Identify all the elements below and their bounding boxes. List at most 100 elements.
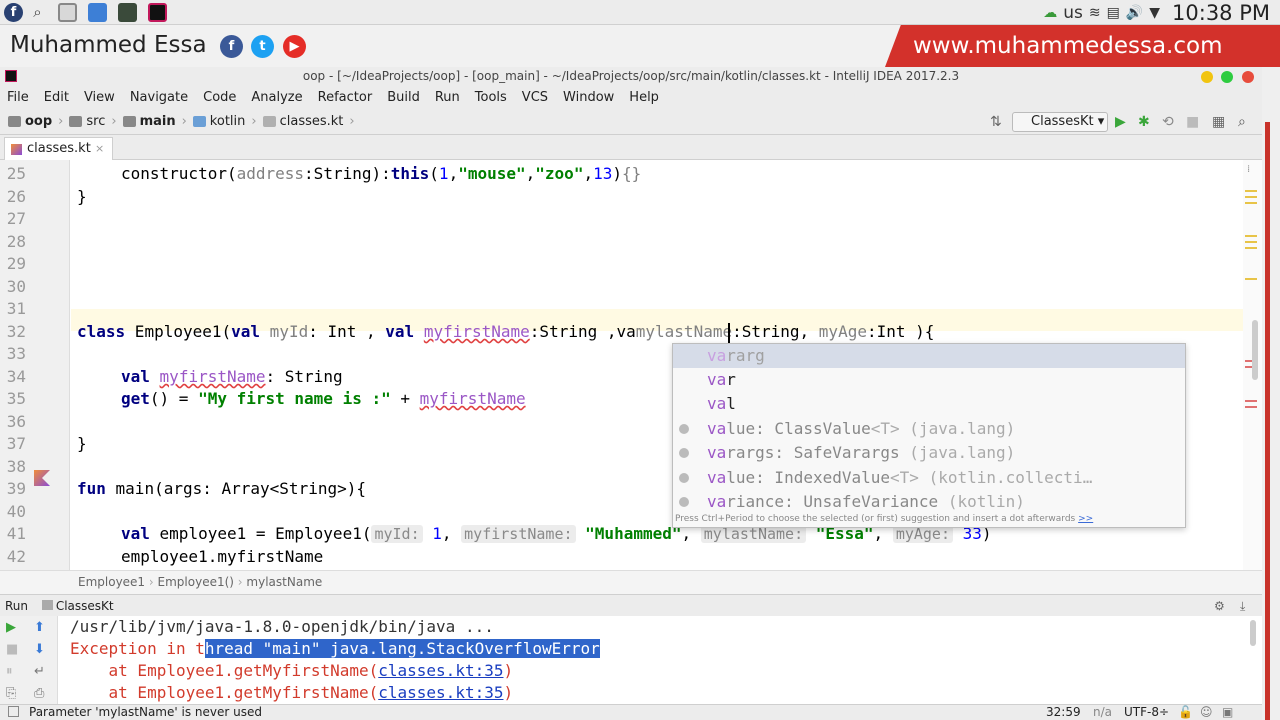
breadcrumb-oop[interactable]: oop ›	[8, 114, 63, 129]
menu-edit[interactable]: Edit	[44, 90, 69, 105]
menu-file[interactable]: File	[7, 90, 29, 105]
crumb-constructor[interactable]: Employee1()	[158, 575, 234, 589]
keyboard-layout[interactable]: us	[1063, 3, 1083, 23]
close-button[interactable]	[1242, 71, 1254, 83]
facebook-icon: f	[220, 35, 243, 58]
status-message: Parameter 'mylastName' is never used	[29, 705, 262, 719]
settings-icon[interactable]: ⚙	[1214, 595, 1225, 617]
status-bar: Parameter 'mylastName' is never used 32:…	[0, 704, 1262, 720]
menu-code[interactable]: Code	[203, 90, 236, 105]
run-toolbar: ▶ ⬆ ■ ⬇ ⏸ ↵ ⎘ ⎙	[0, 616, 58, 704]
code-line-32: class Employee1(val myId: Int , val myfi…	[77, 322, 935, 341]
dump-icon[interactable]: ⎘	[6, 686, 16, 701]
line-number: 29	[6, 254, 26, 273]
tab-classes-kt[interactable]: classes.kt ×	[4, 137, 114, 160]
rerun-icon[interactable]: ▶	[6, 620, 16, 635]
stop-icon[interactable]: ■	[1186, 114, 1199, 130]
minimize-button[interactable]	[1201, 71, 1213, 83]
annotation-icon	[679, 448, 689, 458]
menu-build[interactable]: Build	[387, 90, 420, 105]
console-stack-line: at Employee1.getMyfirstName(classes.kt:3…	[70, 661, 514, 680]
sort-icon[interactable]: ⇅	[990, 114, 1002, 130]
completion-popup[interactable]: vararg var val value: ClassValue<T> (jav…	[672, 343, 1186, 528]
window-title: oop - [~/IdeaProjects/oop] - [oop_main] …	[0, 67, 1262, 86]
breadcrumb-file[interactable]: classes.kt ›	[262, 114, 355, 129]
file-encoding[interactable]: UTF-8÷	[1124, 705, 1169, 720]
stack-link[interactable]: classes.kt:35	[378, 683, 503, 702]
line-number: 30	[6, 277, 26, 296]
crumb-parameter[interactable]: mylastName	[246, 575, 322, 589]
menu-run[interactable]: Run	[435, 90, 460, 105]
run-tab[interactable]: ClassesKt	[41, 599, 114, 613]
search-everywhere-icon[interactable]: ⌕	[1238, 114, 1246, 130]
clock[interactable]: 10:38 PM	[1172, 1, 1270, 25]
scroll-down-icon[interactable]: ⬇	[34, 642, 45, 657]
toggle-panels-icon[interactable]	[8, 706, 19, 717]
breadcrumb-src[interactable]: src ›	[69, 114, 117, 129]
menu-vcs[interactable]: VCS	[522, 90, 548, 105]
project-structure-icon[interactable]: ▦	[1212, 114, 1225, 130]
console-output[interactable]: /usr/lib/jvm/java-1.8.0-openjdk/bin/java…	[58, 616, 1262, 704]
channel-name: Muhammed Essa	[10, 32, 207, 58]
chevron-down-icon[interactable]: ▼	[1149, 5, 1160, 21]
code-line-25: constructor(address:String):this(1,"mous…	[121, 164, 642, 183]
line-number: 40	[6, 502, 26, 521]
menu-tools[interactable]: Tools	[475, 90, 507, 105]
monitor-icon[interactable]	[118, 3, 137, 22]
intellij-icon[interactable]	[148, 3, 167, 22]
line-number: 27	[6, 209, 26, 228]
menu-refactor[interactable]: Refactor	[318, 90, 373, 105]
hide-icon[interactable]: ⤓	[1240, 595, 1245, 617]
clipboard-icon[interactable]: ▤	[1107, 5, 1120, 21]
network-icon[interactable]: ☁	[1043, 5, 1057, 21]
error-stripe[interactable]: ⁞	[1243, 160, 1262, 570]
caret-position[interactable]: 32:59	[1046, 705, 1081, 720]
lock-icon[interactable]: 🔓	[1178, 705, 1193, 720]
breadcrumb-main[interactable]: main ›	[122, 114, 187, 129]
run-label[interactable]: Run	[5, 599, 28, 613]
completion-item-value-indexedvalue[interactable]: value: IndexedValue<T> (kotlin.collecti…	[673, 466, 1185, 490]
pause-icon[interactable]: ⏸	[6, 664, 13, 679]
line-number: 33	[6, 344, 26, 363]
event-log-icon[interactable]: ▣	[1222, 705, 1233, 720]
line-number: 37	[6, 434, 26, 453]
coverage-icon[interactable]: ⟲	[1162, 114, 1174, 130]
line-number: 41	[6, 524, 26, 543]
line-separator[interactable]: n/a	[1093, 705, 1112, 720]
run-icon[interactable]: ▶	[1115, 114, 1126, 130]
annotation-icon	[679, 497, 689, 507]
completion-item-value-classvalue[interactable]: value: ClassValue<T> (java.lang)	[673, 417, 1185, 441]
close-icon[interactable]: ×	[95, 142, 104, 155]
completion-item-varargs-safevarargs[interactable]: varargs: SafeVarargs (java.lang)	[673, 441, 1185, 465]
completion-hint-link[interactable]: >>	[1078, 514, 1093, 524]
completion-item-var[interactable]: var	[673, 368, 1185, 392]
menu-help[interactable]: Help	[629, 90, 659, 105]
console-exception: Exception in thread "main" java.lang.Sta…	[70, 639, 600, 658]
print-icon[interactable]: ⎙	[34, 686, 44, 701]
menu-view[interactable]: View	[84, 90, 115, 105]
inspector-icon[interactable]: ☺	[1200, 705, 1213, 720]
maximize-button[interactable]	[1221, 71, 1233, 83]
menu-navigate[interactable]: Navigate	[130, 90, 188, 105]
completion-item-vararg[interactable]: vararg	[673, 344, 1185, 368]
wifi-icon[interactable]: ≋	[1089, 5, 1101, 21]
text-caret	[728, 323, 730, 343]
search-icon[interactable]: ⌕	[28, 3, 47, 22]
menu-analyze[interactable]: Analyze	[251, 90, 302, 105]
console-scrollbar[interactable]	[1250, 620, 1256, 646]
stack-link[interactable]: classes.kt:35	[378, 661, 503, 680]
crumb-class[interactable]: Employee1	[78, 575, 145, 589]
run-configuration-select[interactable]: ClassesKt ▾	[1012, 112, 1108, 132]
completion-item-val[interactable]: val	[673, 392, 1185, 416]
soft-wrap-icon[interactable]: ↵	[34, 664, 45, 679]
desktop-icon[interactable]	[58, 3, 77, 22]
completion-item-variance-unsafevariance[interactable]: variance: UnsafeVariance (kotlin)	[673, 490, 1185, 514]
breadcrumb-kotlin[interactable]: kotlin ›	[192, 114, 257, 129]
volume-icon[interactable]: 🔊	[1126, 5, 1143, 21]
fedora-icon[interactable]: f	[4, 3, 23, 22]
debug-icon[interactable]: ✱	[1138, 114, 1150, 130]
menu-window[interactable]: Window	[563, 90, 614, 105]
files-icon[interactable]	[88, 3, 107, 22]
scroll-up-icon[interactable]: ⬆	[34, 620, 45, 635]
stop-icon[interactable]: ■	[6, 642, 18, 657]
